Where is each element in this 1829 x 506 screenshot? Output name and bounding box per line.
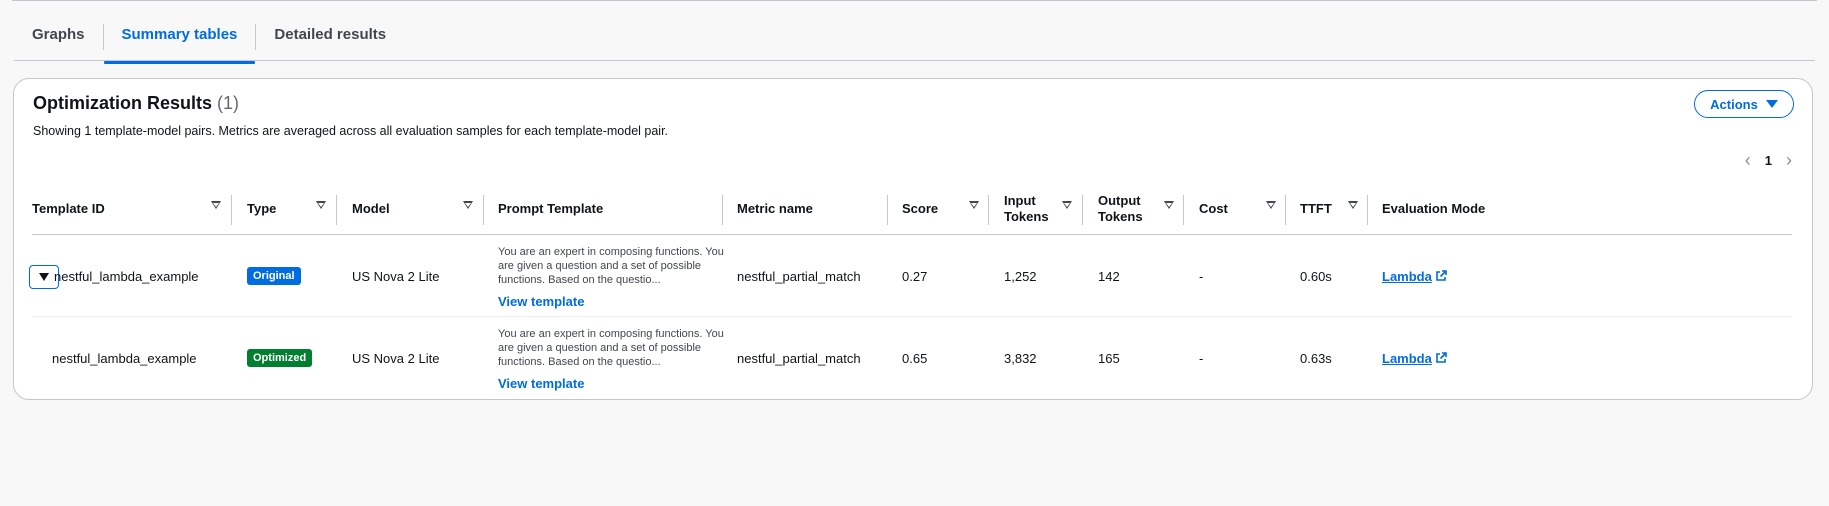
column-resizer[interactable] [231, 195, 232, 225]
chevron-left-icon[interactable]: ‹ [1745, 151, 1751, 169]
sort-caret-icon[interactable] [316, 201, 326, 209]
tab-graphs[interactable]: Graphs [14, 18, 103, 62]
evaluation-mode-cell: Lambda [1382, 235, 1447, 317]
score-cell: 0.65 [902, 350, 928, 366]
column-resizer[interactable] [1285, 195, 1286, 225]
sort-caret-icon[interactable] [1266, 201, 1276, 209]
column-header-evaluation-mode: Evaluation Mode [1382, 201, 1486, 216]
panel-title: Optimization Results (1) [33, 93, 239, 114]
column-resizer[interactable] [722, 195, 723, 225]
table-header: Template ID Type Model Prompt Template M… [32, 183, 1792, 235]
metric-name-cell: nestful_partial_match [737, 268, 861, 284]
external-link-icon [1436, 352, 1447, 363]
panel-description: Showing 1 template-model pairs. Metrics … [33, 124, 669, 138]
output-tokens-cell: 142 [1098, 268, 1120, 284]
template-id-cell: nestful_lambda_example [54, 268, 199, 284]
ttft-cell: 0.63s [1300, 350, 1332, 366]
sort-caret-icon[interactable] [211, 201, 221, 209]
sort-caret-icon[interactable] [1164, 201, 1174, 209]
optimization-results-panel: Optimization Results (1) Showing 1 templ… [13, 78, 1813, 400]
actions-button-label: Actions [1710, 96, 1758, 112]
prompt-preview: You are an expert in composing functions… [498, 328, 724, 368]
lambda-link[interactable]: Lambda [1382, 269, 1447, 284]
external-link-icon [1436, 270, 1447, 281]
template-id-cell: nestful_lambda_example [52, 350, 197, 366]
column-header-model[interactable]: Model [352, 183, 390, 235]
type-cell: Optimized [247, 317, 313, 399]
sort-caret-icon[interactable] [463, 201, 473, 209]
status-badge: Optimized [247, 349, 313, 367]
metric-name-cell: nestful_partial_match [737, 350, 861, 366]
tabs-underline [14, 60, 1815, 61]
actions-button[interactable]: Actions [1694, 90, 1794, 118]
column-header-prompt-template: Prompt Template [498, 201, 604, 216]
model-cell: US Nova 2 Lite [352, 268, 440, 284]
sort-caret-icon[interactable] [969, 201, 979, 209]
column-resizer[interactable] [483, 195, 484, 225]
sort-caret-icon[interactable] [1062, 201, 1072, 209]
view-template-link[interactable]: View template [498, 294, 584, 309]
table-row: nestful_lambda_example Original US Nova … [29, 235, 1792, 317]
column-resizer[interactable] [988, 195, 989, 225]
cost-cell: - [1199, 350, 1204, 366]
chevron-right-icon[interactable]: › [1786, 151, 1792, 169]
column-header-cost[interactable]: Cost [1199, 183, 1228, 235]
column-resizer[interactable] [1367, 195, 1368, 225]
lambda-link-label: Lambda [1382, 268, 1432, 284]
type-cell: Original [247, 235, 301, 317]
model-cell: US Nova 2 Lite [352, 350, 440, 366]
output-tokens-cell: 165 [1098, 350, 1120, 366]
column-header-template-id[interactable]: Template ID [32, 183, 105, 235]
column-resizer[interactable] [1183, 195, 1184, 225]
top-divider [12, 0, 1817, 1]
prompt-preview: You are an expert in composing functions… [498, 246, 724, 286]
input-tokens-cell: 3,832 [1004, 350, 1037, 366]
column-header-type[interactable]: Type [247, 183, 276, 235]
column-resizer[interactable] [1082, 195, 1083, 225]
column-header-input-tokens[interactable]: Input Tokens [1004, 183, 1049, 235]
tab-summary-tables[interactable]: Summary tables [103, 18, 256, 64]
caret-down-icon [1765, 100, 1778, 108]
results-tabs: Graphs Summary tables Detailed results [14, 18, 404, 64]
evaluation-mode-cell: Lambda [1382, 317, 1447, 399]
column-resizer[interactable] [336, 195, 337, 225]
column-header-ttft[interactable]: TTFT [1300, 183, 1332, 235]
page-number[interactable]: 1 [1765, 153, 1772, 168]
lambda-link[interactable]: Lambda [1382, 351, 1447, 366]
results-count: (1) [217, 93, 240, 113]
status-badge: Original [247, 267, 301, 285]
cost-cell: - [1199, 268, 1204, 284]
view-template-link[interactable]: View template [498, 376, 584, 391]
table-row: nestful_lambda_example Optimized US Nova… [32, 317, 1792, 399]
column-header-metric-name: Metric name [737, 201, 813, 216]
pagination: ‹ 1 › [1745, 151, 1792, 169]
column-header-score[interactable]: Score [902, 183, 938, 235]
panel-title-text: Optimization Results [33, 93, 213, 113]
ttft-cell: 0.60s [1300, 268, 1332, 284]
score-cell: 0.27 [902, 268, 928, 284]
sort-caret-icon[interactable] [1348, 201, 1358, 209]
column-resizer[interactable] [887, 195, 888, 225]
lambda-link-label: Lambda [1382, 350, 1432, 366]
tab-detailed-results[interactable]: Detailed results [256, 18, 404, 62]
results-table: Template ID Type Model Prompt Template M… [29, 183, 1792, 399]
caret-down-icon [39, 273, 49, 281]
column-header-output-tokens[interactable]: Output Tokens [1098, 183, 1143, 235]
input-tokens-cell: 1,252 [1004, 268, 1037, 284]
